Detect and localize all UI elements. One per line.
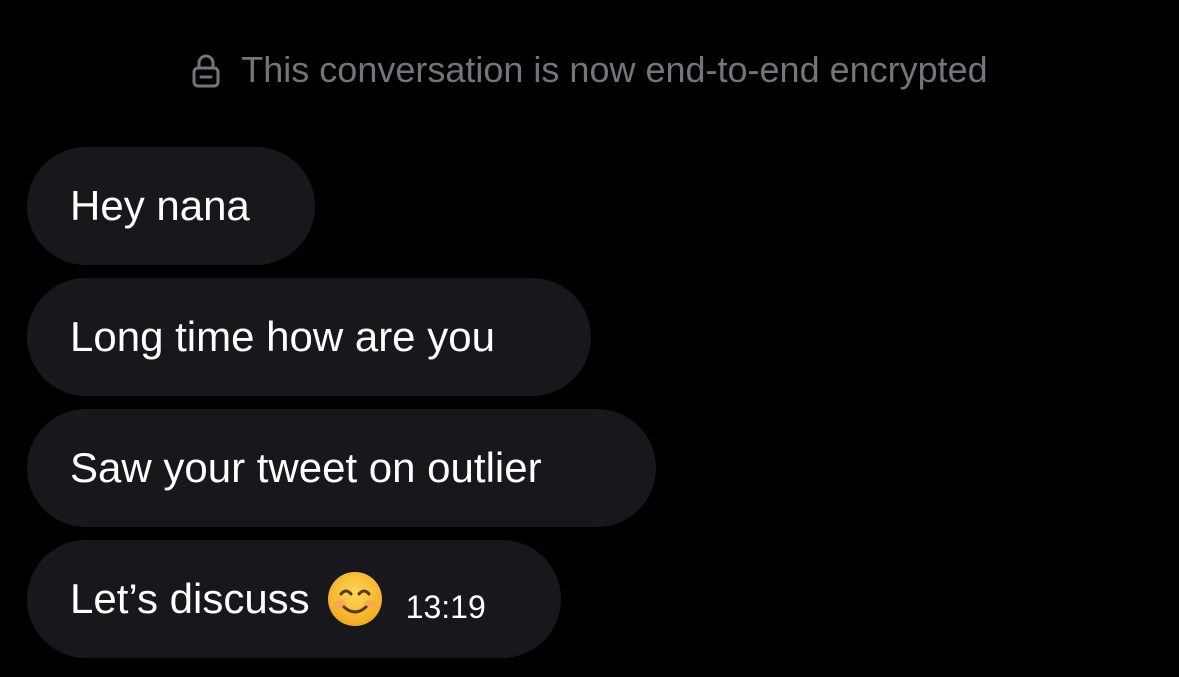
encryption-notice-text: This conversation is now end-to-end encr… bbox=[241, 49, 988, 90]
message-bubble[interactable]: Hey nana bbox=[27, 147, 315, 265]
message-text: Hey nana bbox=[70, 182, 250, 229]
message-text: Let’s discuss bbox=[70, 575, 310, 622]
message-text: Saw your tweet on outlier bbox=[70, 444, 542, 491]
message-text: Long time how are you bbox=[70, 313, 495, 360]
message-bubble[interactable]: Let’s discuss 13:19 bbox=[27, 540, 561, 658]
encryption-notice: This conversation is now end-to-end encr… bbox=[0, 46, 1179, 94]
message-bubble[interactable]: Long time how are you bbox=[27, 278, 591, 396]
message-bubble[interactable]: Saw your tweet on outlier bbox=[27, 409, 656, 527]
smiling-face-icon bbox=[327, 572, 382, 626]
message-timestamp: 13:19 bbox=[405, 588, 486, 625]
lock-icon bbox=[192, 54, 220, 88]
